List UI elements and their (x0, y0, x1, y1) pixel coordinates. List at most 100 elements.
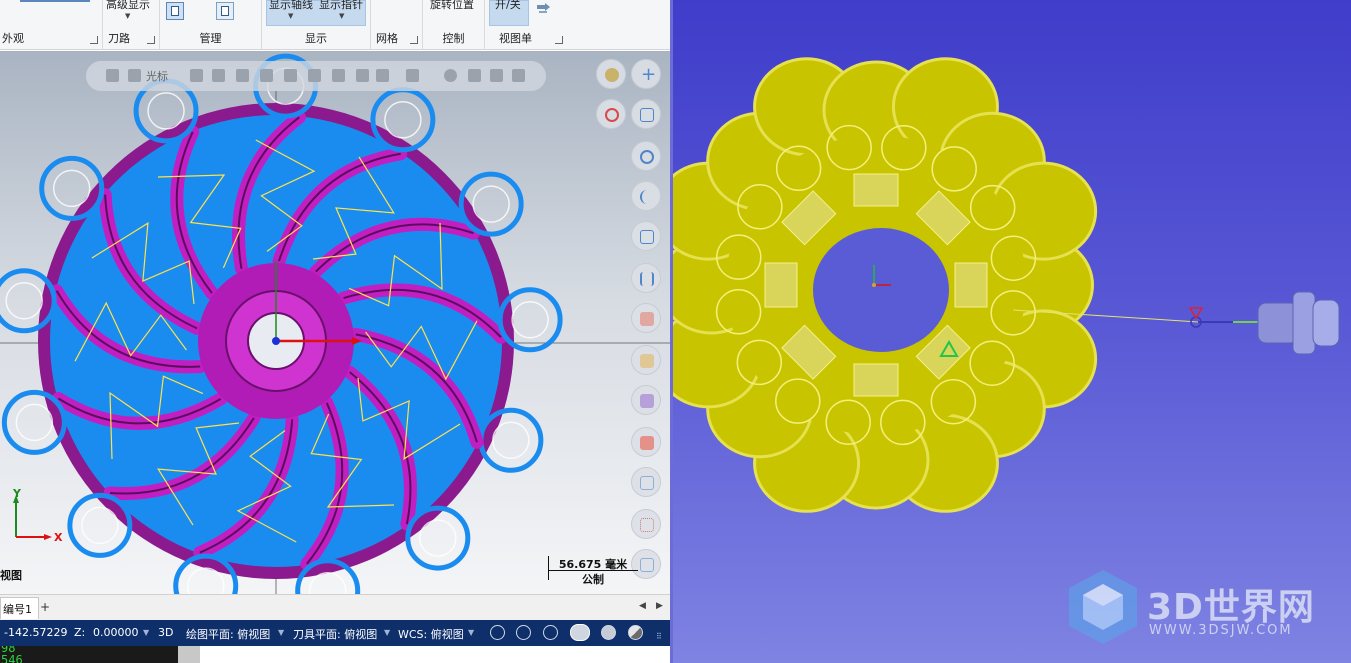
console-scrollbar[interactable] (178, 646, 200, 663)
gear-small-icon[interactable] (212, 69, 225, 82)
point-icon[interactable] (190, 69, 203, 82)
layer-red-button[interactable] (631, 427, 661, 457)
group-title-manage: 管理 (199, 32, 222, 45)
circle-tool-button[interactable] (631, 141, 661, 171)
chevron-down-icon[interactable]: ▼ (288, 12, 293, 20)
cube-view-button[interactable] (631, 221, 661, 251)
add-tab-button[interactable]: + (40, 600, 50, 614)
group-title-appearance: 外观 (2, 32, 24, 45)
on-off-button[interactable]: 开/关 (495, 0, 521, 12)
dimension-button[interactable] (631, 263, 661, 293)
rotate-icon[interactable] (490, 69, 503, 82)
lock-icon[interactable] (106, 69, 119, 82)
console-line: 546 (1, 653, 23, 663)
manage-tree-icon[interactable] (166, 2, 184, 20)
chain-icon[interactable] (260, 69, 273, 82)
z-coordinate: 0.00000 (93, 626, 139, 639)
mastercam-window: 外观 高级显示 ▼ 刀路 管理 显示轴线 显示指针 ▼ ▼ 显示 网格 旋转位置 (0, 0, 672, 663)
ribbon-group-appearance: 外观 (0, 0, 103, 50)
ribbon-group-viewsheet: 开/关 视图单 (485, 0, 567, 50)
window-select-icon[interactable] (406, 69, 419, 82)
gear-icon (605, 68, 619, 82)
shaded-sphere-icon[interactable] (570, 624, 590, 641)
globe-icon[interactable] (516, 625, 531, 640)
simulation-view[interactable]: 3D世界网 WWW.3DSJW.COM (673, 0, 1351, 663)
tab-next-icon[interactable]: ▶ (656, 601, 663, 611)
solid-button[interactable] (631, 345, 661, 375)
rotate-position-button[interactable]: 旋转位置 (430, 0, 474, 12)
status-bar: -142.57229 Z: 0.00000 ▼ 3D 绘图平面: 俯视图 ▼ 刀… (0, 620, 670, 646)
chevron-down-icon[interactable]: ▼ (339, 12, 344, 20)
filter-icon[interactable] (376, 69, 389, 82)
box-icon (640, 354, 654, 368)
solid-icon[interactable] (308, 69, 321, 82)
advanced-display-button[interactable]: 高级显示 (106, 0, 150, 12)
axis-x-label: X (54, 531, 63, 544)
tool-plane[interactable]: 刀具平面: 俯视图 (293, 626, 377, 642)
clear-button[interactable] (596, 99, 626, 129)
sphere-icon[interactable] (444, 69, 457, 82)
z-label: Z: (74, 626, 86, 639)
graphics-viewport[interactable]: 光标 + Y X 视图 56.675 毫米 公制 (0, 51, 670, 594)
half-sphere-icon[interactable] (628, 625, 643, 640)
watermark-url: WWW.3DSJW.COM (1149, 623, 1293, 638)
dialog-launcher-icon[interactable] (147, 36, 155, 44)
circle-icon (640, 150, 654, 164)
pattern-button[interactable] (631, 467, 661, 497)
output-console: 98 546 (0, 646, 200, 663)
viewsheet-arrow-icon[interactable] (535, 3, 553, 17)
wcs[interactable]: WCS: 俯视图 (398, 626, 464, 642)
select-icon[interactable] (236, 69, 249, 82)
impeller-model (0, 53, 670, 594)
settings-gear-button[interactable] (596, 59, 626, 89)
snap-button[interactable] (631, 99, 661, 129)
resize-grip-icon[interactable]: ⠿ (656, 632, 662, 641)
separator-icon: ▼ (384, 628, 391, 637)
cube-logo-icon (1069, 570, 1137, 644)
wireframe-globe-icon[interactable] (543, 625, 558, 640)
separator-icon: ▼ (468, 628, 475, 637)
plus-icon: + (641, 64, 657, 85)
dialog-launcher-icon[interactable] (410, 36, 418, 44)
mode-3d[interactable]: 3D (158, 626, 173, 639)
grid-dots-button[interactable] (631, 509, 661, 539)
wrench-icon[interactable] (512, 69, 525, 82)
eraser-icon (640, 312, 654, 326)
tab-viewsheet-1[interactable]: 编号1 (0, 597, 39, 619)
curve-tool-button[interactable] (631, 181, 661, 211)
add-button[interactable]: + (631, 59, 661, 89)
grid-dots-icon (640, 518, 654, 532)
show-axes-button[interactable]: 显示轴线 (269, 0, 313, 12)
view-name: 视图 (0, 569, 22, 582)
axis-y-label: Y (13, 487, 21, 500)
sphere-icon[interactable] (601, 625, 616, 640)
separator-icon: ▼ (143, 628, 150, 637)
cursor-label[interactable]: 光标 (146, 68, 168, 84)
eraser-button[interactable] (631, 303, 661, 333)
no-entry-icon (605, 108, 619, 122)
pointer-icon[interactable] (284, 69, 297, 82)
drawing-plane[interactable]: 绘图平面: 俯视图 (186, 626, 270, 642)
cube-icon (640, 230, 654, 244)
orient-icon[interactable] (468, 69, 481, 82)
toolpath-simulation (673, 57, 1340, 513)
dialog-launcher-icon[interactable] (90, 36, 98, 44)
dialog-launcher-icon[interactable] (555, 36, 563, 44)
tab-prev-icon[interactable]: ◀ (639, 601, 646, 611)
cursor-icon[interactable] (128, 69, 141, 82)
impeller-geometry (0, 53, 563, 594)
scale-indicator: 56.675 毫米 公制 (548, 556, 638, 586)
ribbon-group-manage: 管理 (160, 0, 262, 50)
ribbon-scroll-indicator (20, 0, 90, 2)
group-title-display: 显示 (305, 32, 327, 45)
pattern-icon (640, 476, 654, 490)
chevron-down-icon[interactable]: ▼ (125, 12, 130, 20)
shaded-icon[interactable] (356, 69, 369, 82)
face-icon[interactable] (332, 69, 345, 82)
manage-list-icon[interactable] (216, 2, 234, 20)
globe-icon[interactable] (490, 625, 505, 640)
show-pointer-button[interactable]: 显示指针 (319, 0, 363, 12)
group-title-control: 控制 (442, 32, 465, 45)
layer-purple-button[interactable] (631, 385, 661, 415)
curve-icon (640, 190, 654, 204)
